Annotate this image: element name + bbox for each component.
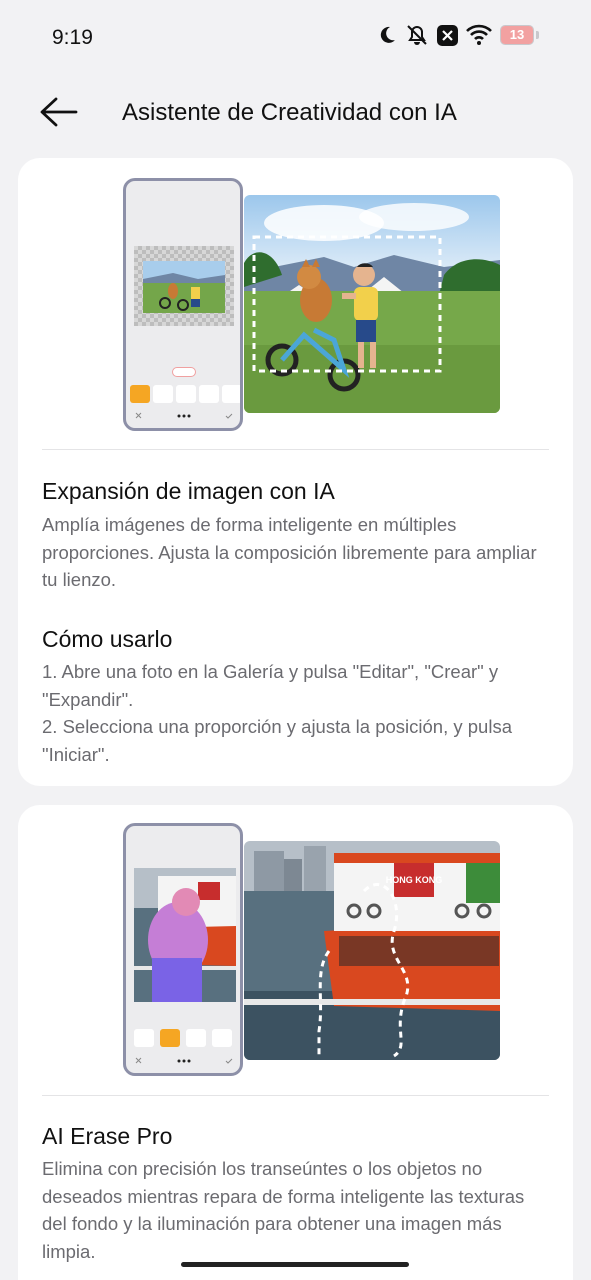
tool-erase-1 <box>134 1029 154 1047</box>
arrow-left-icon <box>40 97 78 127</box>
phone-erase-thumb <box>134 868 236 1002</box>
ai-erase-illustration: HONG KONG <box>18 805 573 1095</box>
status-bar: 9:19 13 <box>0 0 591 76</box>
card-divider <box>42 1095 549 1096</box>
tool-erase-4 <box>212 1029 232 1047</box>
feature-card-ai-erase-pro: HONG KONG AI Erase Pro Elimina con preci… <box>18 805 573 1280</box>
tool-ratio-5 <box>222 385 240 403</box>
howto-step: 2. Selecciona una proporción y ajusta la… <box>42 716 512 765</box>
phone-mockup <box>123 823 243 1076</box>
vibrate-off-icon <box>405 24 429 46</box>
card-title: AI Erase Pro <box>42 1123 173 1149</box>
status-time: 9:19 <box>52 26 93 49</box>
status-icons: 13 <box>377 24 539 46</box>
card-divider <box>42 449 549 450</box>
tool-erase-3 <box>186 1029 206 1047</box>
expansion-photo <box>244 195 500 413</box>
home-indicator[interactable] <box>181 1262 409 1267</box>
feature-card-image-expansion: Expansión de imagen con IA Amplía imágen… <box>18 158 573 786</box>
tool-erase-selected <box>160 1029 180 1047</box>
erase-photo: HONG KONG <box>244 841 500 1060</box>
app-header: Asistente de Creatividad con IA <box>0 80 591 144</box>
howto-steps: 1. Abre una foto en la Galería y pulsa "… <box>42 658 552 768</box>
card-title: Expansión de imagen con IA <box>42 478 335 504</box>
tool-ratio-selected <box>130 385 150 403</box>
page-title: Asistente de Creatividad con IA <box>122 99 457 126</box>
phone-bottom-bar <box>134 1054 234 1066</box>
tool-ratio-4 <box>199 385 219 403</box>
howto-step: 1. Abre una foto en la Galería y pulsa "… <box>42 661 499 710</box>
battery-level: 13 <box>509 27 525 42</box>
wifi-icon <box>466 24 492 46</box>
howto-title: Cómo usarlo <box>42 626 173 652</box>
image-expansion-illustration <box>18 158 573 448</box>
tool-ratio-2 <box>153 385 173 403</box>
ferry-sign-text: HONG KONG <box>386 875 443 885</box>
tool-row <box>134 1029 238 1047</box>
x-notification-icon <box>437 24 458 46</box>
phone-mockup <box>123 178 243 431</box>
moon-icon <box>377 25 397 45</box>
battery-tip <box>536 31 539 39</box>
tool-row <box>130 385 240 403</box>
phone-photo-thumb <box>143 261 225 313</box>
card-description: Amplía imágenes de forma inteligente en … <box>42 514 537 590</box>
tool-ratio-3 <box>176 385 196 403</box>
ratio-pill <box>172 367 196 377</box>
back-button[interactable] <box>36 94 82 130</box>
card-description: Elimina con precisión los transeúntes o … <box>42 1158 525 1262</box>
battery-icon: 13 <box>500 25 534 45</box>
phone-bottom-bar <box>134 409 234 421</box>
